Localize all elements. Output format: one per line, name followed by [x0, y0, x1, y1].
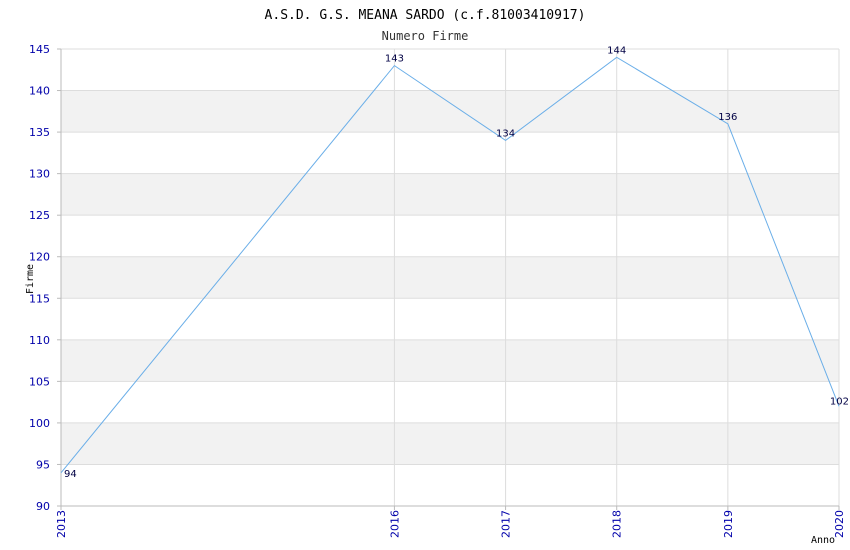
- x-tick-label: 2019: [722, 510, 735, 538]
- y-tick-label: 135: [29, 126, 50, 139]
- point-label: 94: [64, 469, 77, 480]
- y-tick-label: 130: [29, 168, 50, 181]
- chart-title: A.S.D. G.S. MEANA SARDO (c.f.81003410917…: [265, 8, 586, 23]
- line-chart: A.S.D. G.S. MEANA SARDO (c.f.81003410917…: [0, 0, 850, 550]
- y-tick-label: 95: [36, 458, 50, 471]
- grid-band: [61, 215, 839, 257]
- y-tick-label: 90: [36, 500, 50, 513]
- grid-band: [61, 256, 839, 299]
- point-label: 134: [496, 128, 515, 139]
- y-tick-label: 100: [29, 417, 50, 430]
- grid-band: [61, 298, 839, 340]
- y-tick-label: 140: [29, 85, 50, 98]
- x-tick-label: 2013: [55, 510, 68, 538]
- chart-subtitle: Numero Firme: [382, 29, 469, 43]
- y-tick-label: 105: [29, 375, 50, 388]
- point-label: 102: [830, 396, 849, 407]
- y-tick-label: 125: [29, 209, 50, 222]
- x-tick-label: 2018: [611, 510, 624, 538]
- grid-band: [61, 381, 839, 423]
- x-tick-label: 2016: [388, 510, 401, 538]
- x-axis-label: Anno: [811, 535, 835, 546]
- y-axis-label: Firme: [25, 264, 36, 294]
- x-tick-label: 2017: [500, 510, 513, 538]
- y-tick-label: 145: [29, 43, 50, 56]
- y-tick-label: 110: [29, 334, 50, 347]
- x-tick-label: 2020: [833, 510, 846, 538]
- grid-band: [61, 339, 839, 382]
- y-tick-label: 120: [29, 251, 50, 264]
- point-label: 144: [607, 45, 626, 56]
- grid-band: [61, 132, 839, 174]
- grid-band: [61, 173, 839, 216]
- grid-band: [61, 464, 839, 506]
- grid-band: [61, 422, 839, 465]
- point-label: 143: [385, 54, 404, 65]
- point-label: 136: [718, 112, 737, 123]
- grid-band: [61, 49, 839, 91]
